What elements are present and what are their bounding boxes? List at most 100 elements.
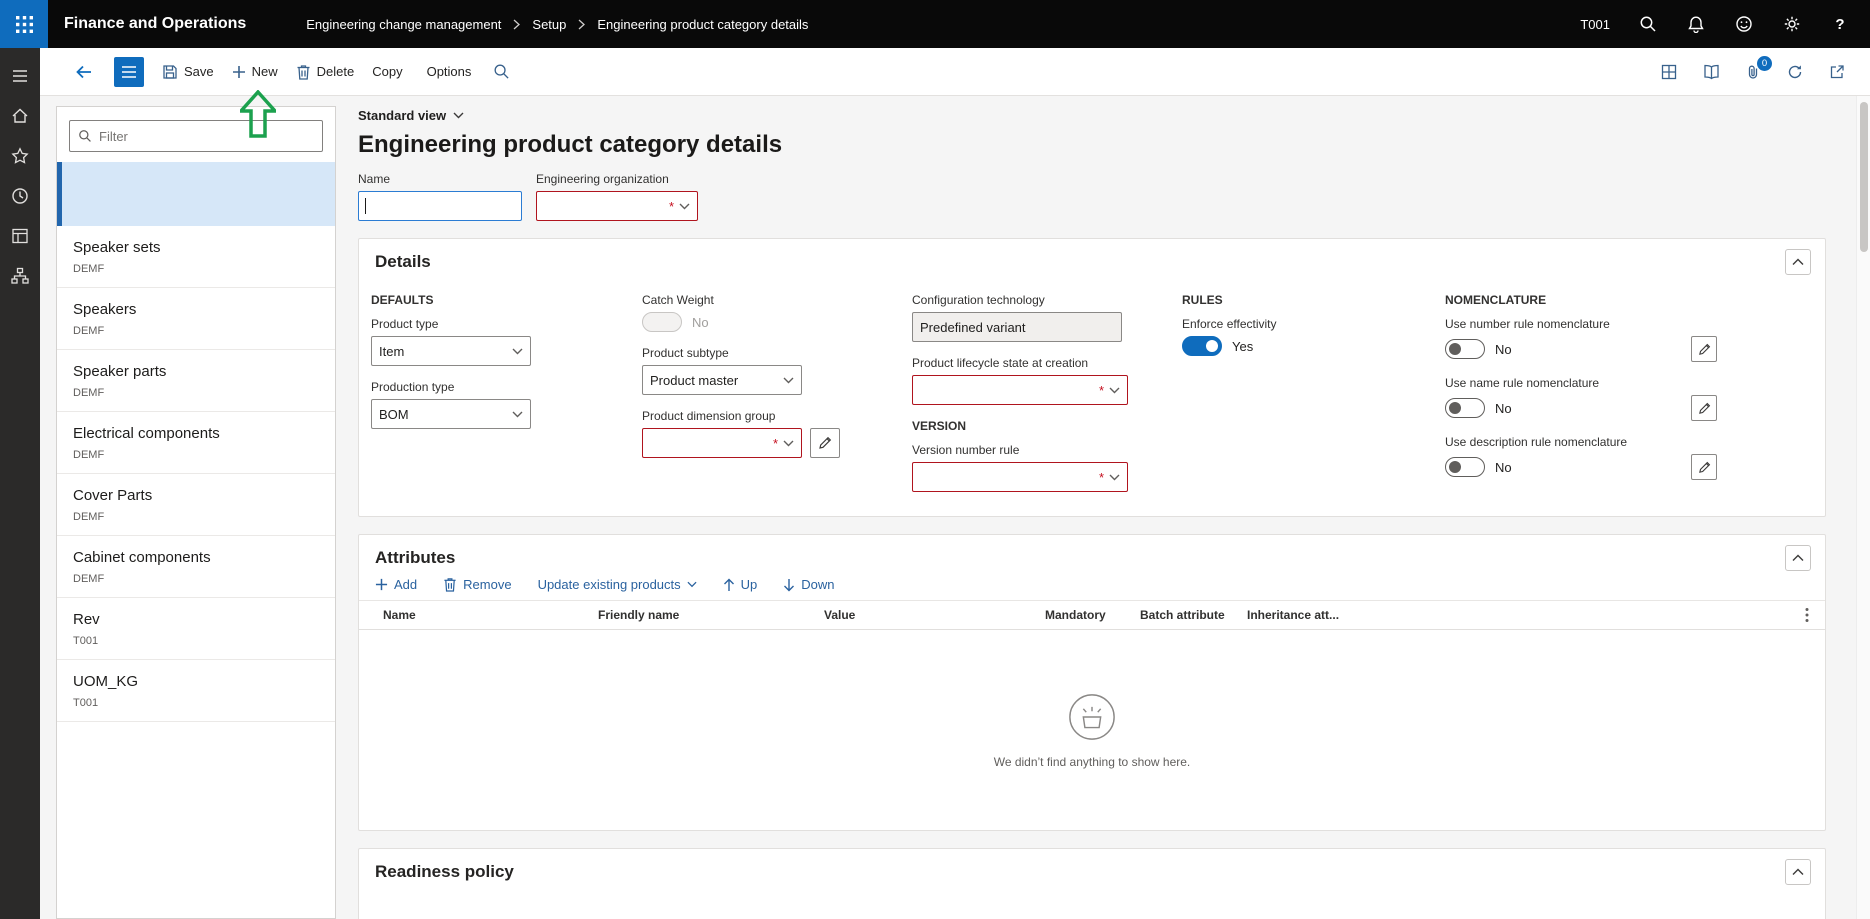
options-tab[interactable]: Options [427,64,472,79]
home-icon[interactable] [0,96,40,136]
scrollbar-thumb[interactable] [1860,102,1868,252]
feedback-smiley-icon[interactable] [1724,0,1764,48]
column-header-inheritance[interactable]: Inheritance att... [1247,608,1795,622]
production-type-dropdown[interactable]: BOM [371,399,531,429]
lifecycle-state-dropdown[interactable]: * [912,375,1128,405]
breadcrumb-item-page[interactable]: Engineering product category details [597,17,808,32]
form-navigation-menu-button[interactable] [114,57,144,87]
column-header-friendly-name[interactable]: Friendly name [598,608,824,622]
remove-attribute-button[interactable]: Remove [443,577,511,592]
workspaces-icon[interactable] [0,216,40,256]
readiness-policy-body [359,895,1825,919]
number-rule-nomenclature-toggle[interactable] [1445,339,1485,359]
column-header-value[interactable]: Value [824,608,1045,622]
category-org: DEMF [73,387,319,399]
category-name: Cabinet components [73,549,319,566]
app-launcher-button[interactable] [0,0,48,48]
name-field-label: Name [358,172,522,186]
update-existing-products-button[interactable]: Update existing products [538,577,697,592]
breadcrumb-item-setup[interactable]: Setup [532,17,566,32]
column-header-name[interactable]: Name [383,608,598,622]
attributes-section-header[interactable]: Attributes [359,535,1825,581]
back-button[interactable] [72,56,96,88]
hamburger-icon [121,65,137,79]
version-number-rule-dropdown[interactable]: * [912,462,1128,492]
enforce-effectivity-field: Enforce effectivity Yes [1182,317,1445,356]
refresh-icon[interactable] [1780,57,1810,87]
page-title: Engineering product category details [358,131,1826,159]
attachments-paperclip-icon[interactable]: 0 [1738,57,1768,87]
name-rule-nomenclature-toggle[interactable] [1445,398,1485,418]
empty-box-icon [1067,692,1117,742]
category-list-item[interactable]: Electrical components DEMF [57,412,335,474]
product-subtype-dropdown[interactable]: Product master [642,365,802,395]
edit-pencil-icon[interactable] [810,428,840,458]
settings-gear-icon[interactable] [1772,0,1812,48]
description-rule-nomenclature-field: Use description rule nomenclature No [1445,435,1809,480]
add-attribute-button[interactable]: Add [375,577,417,592]
edit-pencil-icon[interactable] [1691,395,1717,421]
command-search-icon[interactable] [489,56,513,88]
collapse-attributes-chevron-icon[interactable] [1785,545,1811,571]
chevron-down-icon [512,411,523,418]
catch-weight-field: Catch Weight No [642,293,912,332]
app-title[interactable]: Finance and Operations [64,15,246,33]
breadcrumb-item-module[interactable]: Engineering change management [306,17,501,32]
recent-clock-icon[interactable] [0,176,40,216]
description-rule-nomenclature-toggle[interactable] [1445,457,1485,477]
column-header-batch-attribute[interactable]: Batch attribute [1140,608,1247,622]
vertical-scrollbar[interactable] [1856,96,1870,919]
environment-label[interactable]: T001 [1580,17,1610,32]
move-down-button[interactable]: Down [783,577,834,592]
grid-options-dots-icon[interactable] [1795,603,1819,627]
open-in-new-window-icon[interactable] [1822,57,1852,87]
search-icon[interactable] [1628,0,1668,48]
category-org: DEMF [73,511,319,523]
collapse-details-chevron-icon[interactable] [1785,249,1811,275]
details-section-header[interactable]: Details [359,239,1825,285]
collapse-readiness-chevron-icon[interactable] [1785,859,1811,885]
copy-button[interactable]: Copy [372,56,402,88]
category-list-item[interactable]: Cover Parts DEMF [57,474,335,536]
defaults-heading: DEFAULTS [371,293,642,307]
save-button[interactable]: Save [162,56,214,88]
filter-search-icon [78,129,92,143]
notifications-bell-icon[interactable] [1676,0,1716,48]
category-list: Speaker sets DEMF Speakers DEMF Speaker … [57,226,335,918]
arrow-down-icon [783,578,795,592]
move-up-button[interactable]: Up [723,577,758,592]
engineering-organization-combo[interactable]: * [536,191,698,221]
category-list-item-selected-new[interactable] [57,162,335,226]
open-in-office-icon[interactable] [1654,57,1684,87]
product-dimension-group-dropdown[interactable]: * [642,428,802,458]
favorites-star-icon[interactable] [0,136,40,176]
category-name: Speaker parts [73,363,319,380]
product-type-dropdown[interactable]: Item [371,336,531,366]
edit-pencil-icon[interactable] [1691,454,1717,480]
delete-button[interactable]: Delete [296,56,355,88]
category-list-item[interactable]: Speakers DEMF [57,288,335,350]
help-icon[interactable]: ? [1820,0,1860,48]
category-list-item[interactable]: Rev T001 [57,598,335,660]
task-guide-book-icon[interactable] [1696,57,1726,87]
view-selector[interactable]: Standard view [358,108,464,123]
readiness-policy-section: Readiness policy [358,848,1826,919]
column-header-mandatory[interactable]: Mandatory [1045,608,1140,622]
edit-pencil-icon[interactable] [1691,336,1717,362]
category-list-item[interactable]: UOM_KG T001 [57,660,335,722]
filter-input[interactable] [99,129,314,144]
name-input[interactable] [358,191,522,221]
nav-strip [0,48,40,919]
menu-icon[interactable] [0,56,40,96]
category-name: Speakers [73,301,319,318]
category-list-item[interactable]: Cabinet components DEMF [57,536,335,598]
modules-hierarchy-icon[interactable] [0,256,40,296]
readiness-policy-header[interactable]: Readiness policy [359,849,1825,895]
organization-field-label: Engineering organization [536,172,698,186]
enforce-effectivity-toggle[interactable] [1182,336,1222,356]
category-list-item[interactable]: Speaker sets DEMF [57,226,335,288]
category-name: Electrical components [73,425,319,442]
category-list-item[interactable]: Speaker parts DEMF [57,350,335,412]
waffle-icon [16,16,33,33]
new-button[interactable]: New [232,56,278,88]
